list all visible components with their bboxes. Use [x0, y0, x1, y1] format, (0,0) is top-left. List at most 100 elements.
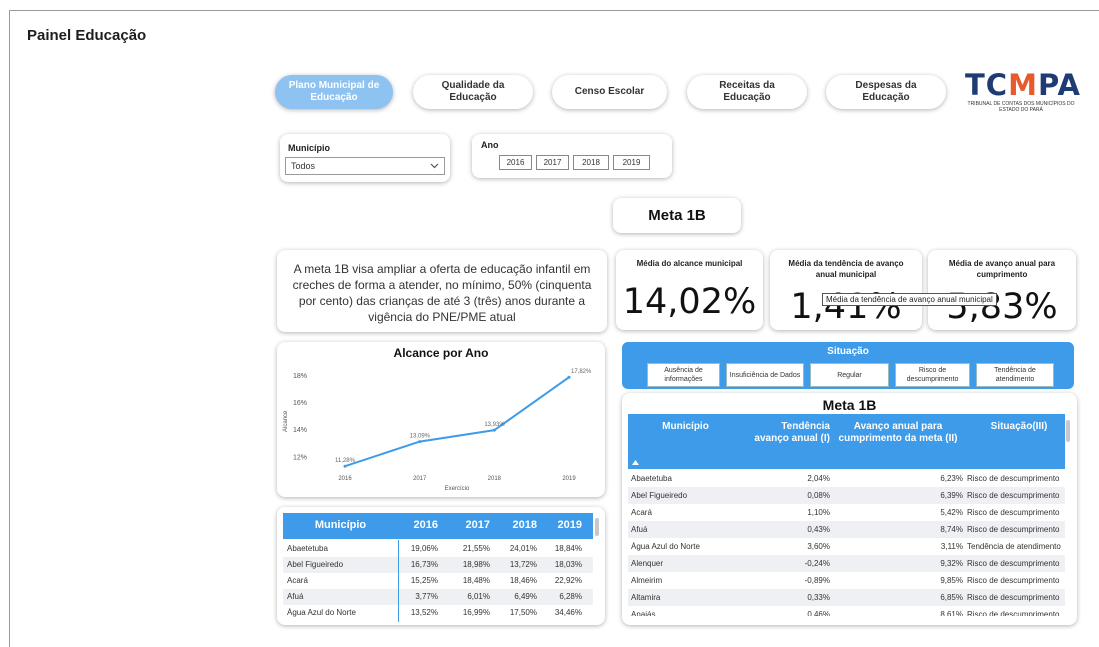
- series-line: [344, 376, 570, 468]
- sort-up-icon[interactable]: [632, 460, 639, 465]
- table-row[interactable]: Abaetetuba 19,06% 21,55% 24,01% 18,84%: [283, 541, 593, 557]
- cell-municipio: Abaetetuba: [287, 544, 328, 553]
- cell-situacao: Risco de descumprimento: [967, 491, 1060, 500]
- year-chip-2017[interactable]: 2017: [536, 155, 569, 170]
- municipio-label: Município: [288, 143, 330, 153]
- table-row[interactable]: Abaetetuba 2,04% 6,23% Risco de descumprime…: [628, 470, 1065, 487]
- situacao-tendencia-button[interactable]: Tendência de atendimento: [976, 363, 1054, 387]
- cell-value: 16,73%: [410, 560, 438, 569]
- year-chip-2016[interactable]: 2016: [499, 155, 532, 170]
- cell-situacao: Risco de descumprimento: [967, 508, 1060, 517]
- alcance-table-scrollbar[interactable]: [595, 518, 599, 536]
- nav-despesas-button[interactable]: Despesas da Educação: [826, 75, 946, 109]
- table-row[interactable]: Abel Figueiredo 16,73% 18,98% 13,72% 18,03%: [283, 557, 593, 573]
- data-label: 13,09%: [410, 434, 431, 440]
- y-tick-label: 14%: [293, 427, 307, 434]
- header-2017[interactable]: 2017: [443, 519, 490, 531]
- y-tick-label: 16%: [293, 400, 307, 407]
- cell-value: 6,49%: [514, 592, 537, 601]
- cell-municipio: Acará: [631, 508, 652, 517]
- cell-value: 22,92%: [554, 576, 582, 585]
- cell-municipio: Altamira: [631, 593, 661, 602]
- nav-qualidade-button[interactable]: Qualidade da Educação: [413, 75, 533, 109]
- cell-municipio: Acará: [287, 576, 308, 585]
- situacao-insuficiencia-button[interactable]: Insuficiência de Dados: [726, 363, 804, 387]
- cell-value: 19,06%: [410, 544, 438, 553]
- table-row[interactable]: Acará 15,25% 18,48% 18,46% 22,92%: [283, 573, 593, 589]
- cell-value: 3,77%: [415, 592, 438, 601]
- alcance-table-header: Município 2016 2017 2018 2019: [283, 513, 593, 539]
- cell-avanco: 9,32%: [940, 559, 963, 568]
- x-tick-label: 2017: [413, 476, 427, 482]
- table-row[interactable]: Água Azul do Norte 3,60% 3,11% Tendência de…: [628, 538, 1065, 555]
- table-row[interactable]: Alenquer -0,24% 9,32% Risco de descumprimen…: [628, 555, 1065, 572]
- cell-tendencia: 0,43%: [807, 525, 830, 534]
- y-axis-label: Alcance: [283, 410, 289, 432]
- table-row[interactable]: Afuá 0,43% 8,74% Risco de descumprimento: [628, 521, 1065, 538]
- cell-situacao: Tendência de atendimento: [967, 542, 1061, 551]
- situacao-risco-button[interactable]: Risco de descumprimento: [895, 363, 970, 387]
- cell-tendencia: 3,60%: [807, 542, 830, 551]
- nav-receitas-button[interactable]: Receitas da Educação: [687, 75, 807, 109]
- year-chip-2019[interactable]: 2019: [613, 155, 650, 170]
- cell-value: 13,72%: [509, 560, 537, 569]
- alcance-column-divider: [398, 540, 399, 622]
- cell-avanco: 9,85%: [940, 576, 963, 585]
- meta-table-header: Município Tendência avanço anual (I) Ava…: [628, 414, 1065, 469]
- cell-situacao: Risco de descumprimento: [967, 559, 1060, 568]
- situacao-ausencia-button[interactable]: Ausência de informações: [647, 363, 720, 387]
- header-2019[interactable]: 2019: [537, 519, 582, 531]
- kpi-label-tendencia: Média da tendência de avanço anual munic…: [788, 259, 904, 279]
- meta-title: Meta 1B: [648, 207, 706, 224]
- x-axis-label: Exercício: [445, 486, 470, 492]
- year-chip-2018[interactable]: 2018: [573, 155, 609, 170]
- header-2016[interactable]: 2016: [398, 519, 438, 531]
- meta-table-scrollbar[interactable]: [1066, 420, 1070, 442]
- cell-value: 13,52%: [410, 608, 438, 617]
- data-point: [418, 440, 422, 444]
- cell-tendencia: -0,24%: [804, 559, 830, 568]
- nav-plano-municipal-button[interactable]: Plano Municipal de Educação: [275, 75, 393, 109]
- nav-censo-button[interactable]: Censo Escolar: [552, 75, 667, 109]
- cell-value: 18,46%: [509, 576, 537, 585]
- table-row[interactable]: Anajás 0,46% 8,61% Risco de descumprimento: [628, 606, 1065, 616]
- cell-situacao: Risco de descumprimento: [967, 610, 1060, 616]
- cell-municipio: Água Azul do Norte: [631, 542, 700, 551]
- data-label: 17,82%: [571, 369, 592, 375]
- cell-value: 6,01%: [467, 592, 490, 601]
- table-row[interactable]: Abel Figueiredo 0,08% 6,39% Risco de descum…: [628, 487, 1065, 504]
- table-row[interactable]: Altamira 0,33% 6,85% Risco de descumpriment…: [628, 589, 1065, 606]
- situacao-title: Situação: [827, 346, 869, 357]
- header-avanco[interactable]: Avanço anual para cumprimento da meta (I…: [833, 421, 963, 445]
- header-municipio[interactable]: Município: [628, 421, 743, 432]
- table-row[interactable]: Acará 1,10% 5,42% Risco de descumprimento: [628, 504, 1065, 521]
- header-municipio[interactable]: Município: [283, 519, 398, 531]
- cell-municipio: Abel Figueiredo: [631, 491, 688, 500]
- cell-avanco: 3,11%: [940, 542, 963, 551]
- table-row[interactable]: Água Azul do Norte 13,52% 16,99% 17,50% 34,4…: [283, 605, 593, 621]
- cell-municipio: Afuá: [287, 592, 304, 601]
- kpi-tooltip: Média da tendência de avanço anual munic…: [822, 293, 997, 306]
- municipio-value: Todos: [291, 161, 316, 171]
- table-row[interactable]: Almeirim -0,89% 9,85% Risco de descumprimen…: [628, 572, 1065, 589]
- header-tendencia[interactable]: Tendência avanço anual (I): [748, 421, 830, 445]
- municipio-dropdown[interactable]: Todos: [285, 157, 445, 175]
- cell-tendencia: 0,33%: [807, 593, 830, 602]
- cell-situacao: Risco de descumprimento: [967, 474, 1060, 483]
- cell-value: 21,55%: [462, 544, 490, 553]
- table-row[interactable]: Afuá 3,77% 6,01% 6,49% 6,28%: [283, 589, 593, 605]
- header-2018[interactable]: 2018: [490, 519, 537, 531]
- y-tick-label: 18%: [293, 373, 307, 380]
- cell-avanco: 6,23%: [940, 474, 963, 483]
- data-point: [492, 428, 496, 432]
- cell-municipio: Anajás: [631, 610, 656, 616]
- meta-title-card: Meta 1B: [613, 198, 741, 233]
- data-point: [567, 375, 571, 379]
- situacao-regular-button[interactable]: Regular: [810, 363, 889, 387]
- cell-value: 15,25%: [410, 576, 438, 585]
- cell-municipio: Água Azul do Norte: [287, 608, 356, 617]
- cell-tendencia: 0,46%: [807, 610, 830, 616]
- meta-description: A meta 1B visa ampliar a oferta de educa…: [292, 262, 592, 324]
- cell-municipio: Alenquer: [631, 559, 664, 568]
- header-situacao[interactable]: Situação(III): [973, 421, 1065, 432]
